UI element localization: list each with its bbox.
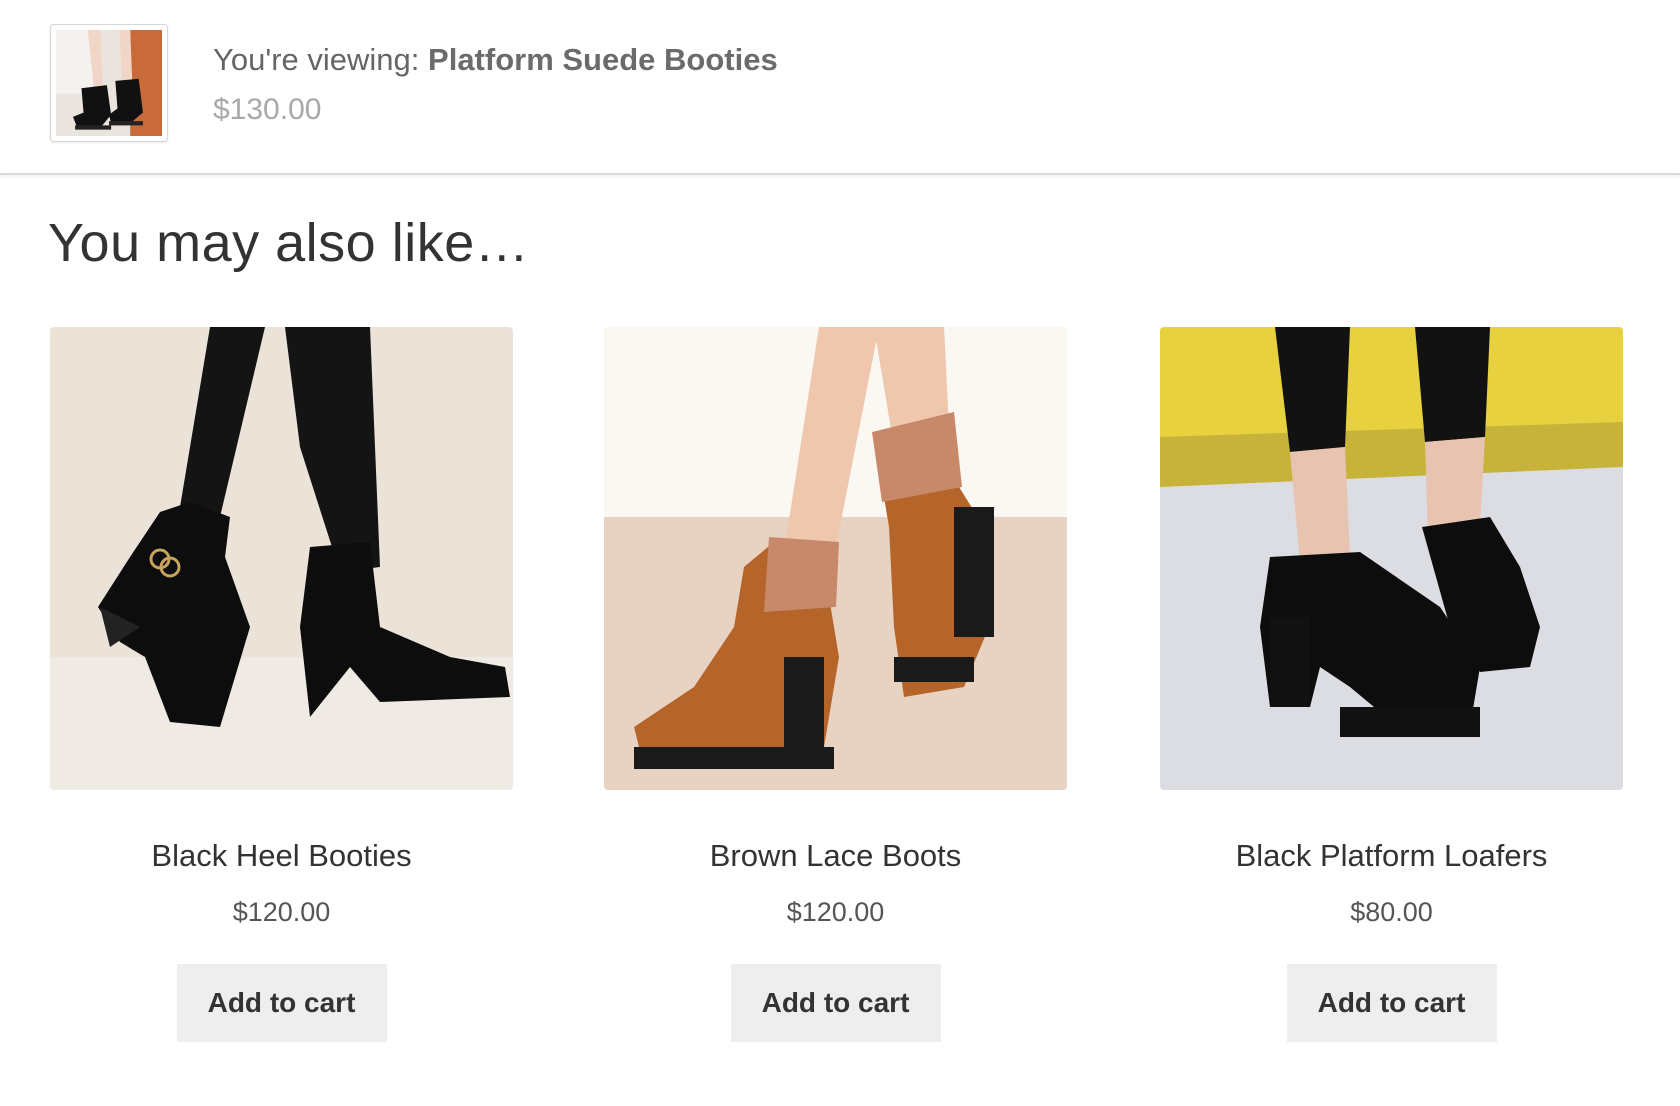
product-image[interactable] <box>604 327 1067 790</box>
product-price: $120.00 <box>786 897 885 927</box>
viewing-product-thumbnail[interactable] <box>50 24 168 142</box>
add-to-cart-button[interactable]: Add to cart <box>176 964 387 1042</box>
add-to-cart-button[interactable]: Add to cart <box>1286 964 1497 1042</box>
black-platform-loafers-image <box>1160 327 1623 790</box>
product-card: Black Platform Loafers $80.00 Add to car… <box>1160 327 1623 1042</box>
product-image[interactable] <box>1160 327 1623 790</box>
related-products-title: You may also like… <box>48 213 530 273</box>
viewing-prefix: You're viewing: <box>213 42 429 77</box>
add-to-cart-button[interactable]: Add to cart <box>730 964 941 1042</box>
viewing-product-price: $130.00 <box>213 93 322 126</box>
product-title[interactable]: Brown Lace Boots <box>604 836 1067 876</box>
black-heel-booties-image <box>50 327 513 790</box>
product-image[interactable] <box>50 327 513 790</box>
viewing-product-name[interactable]: Platform Suede Booties <box>428 42 778 77</box>
brown-lace-boots-image <box>604 327 1067 790</box>
product-price: $80.00 <box>1350 897 1433 927</box>
product-title[interactable]: Black Heel Booties <box>50 836 513 876</box>
product-card: Black Heel Booties $120.00 Add to cart <box>50 327 513 1042</box>
product-card: Brown Lace Boots $120.00 Add to cart <box>604 327 1067 1042</box>
viewing-label: You're viewing: Platform Suede Booties <box>213 38 778 82</box>
product-price: $120.00 <box>232 897 331 927</box>
booties-thumbnail-image <box>56 30 162 136</box>
product-title[interactable]: Black Platform Loafers <box>1160 836 1623 876</box>
sticky-product-bar: You're viewing: Platform Suede Booties $… <box>0 0 1680 175</box>
